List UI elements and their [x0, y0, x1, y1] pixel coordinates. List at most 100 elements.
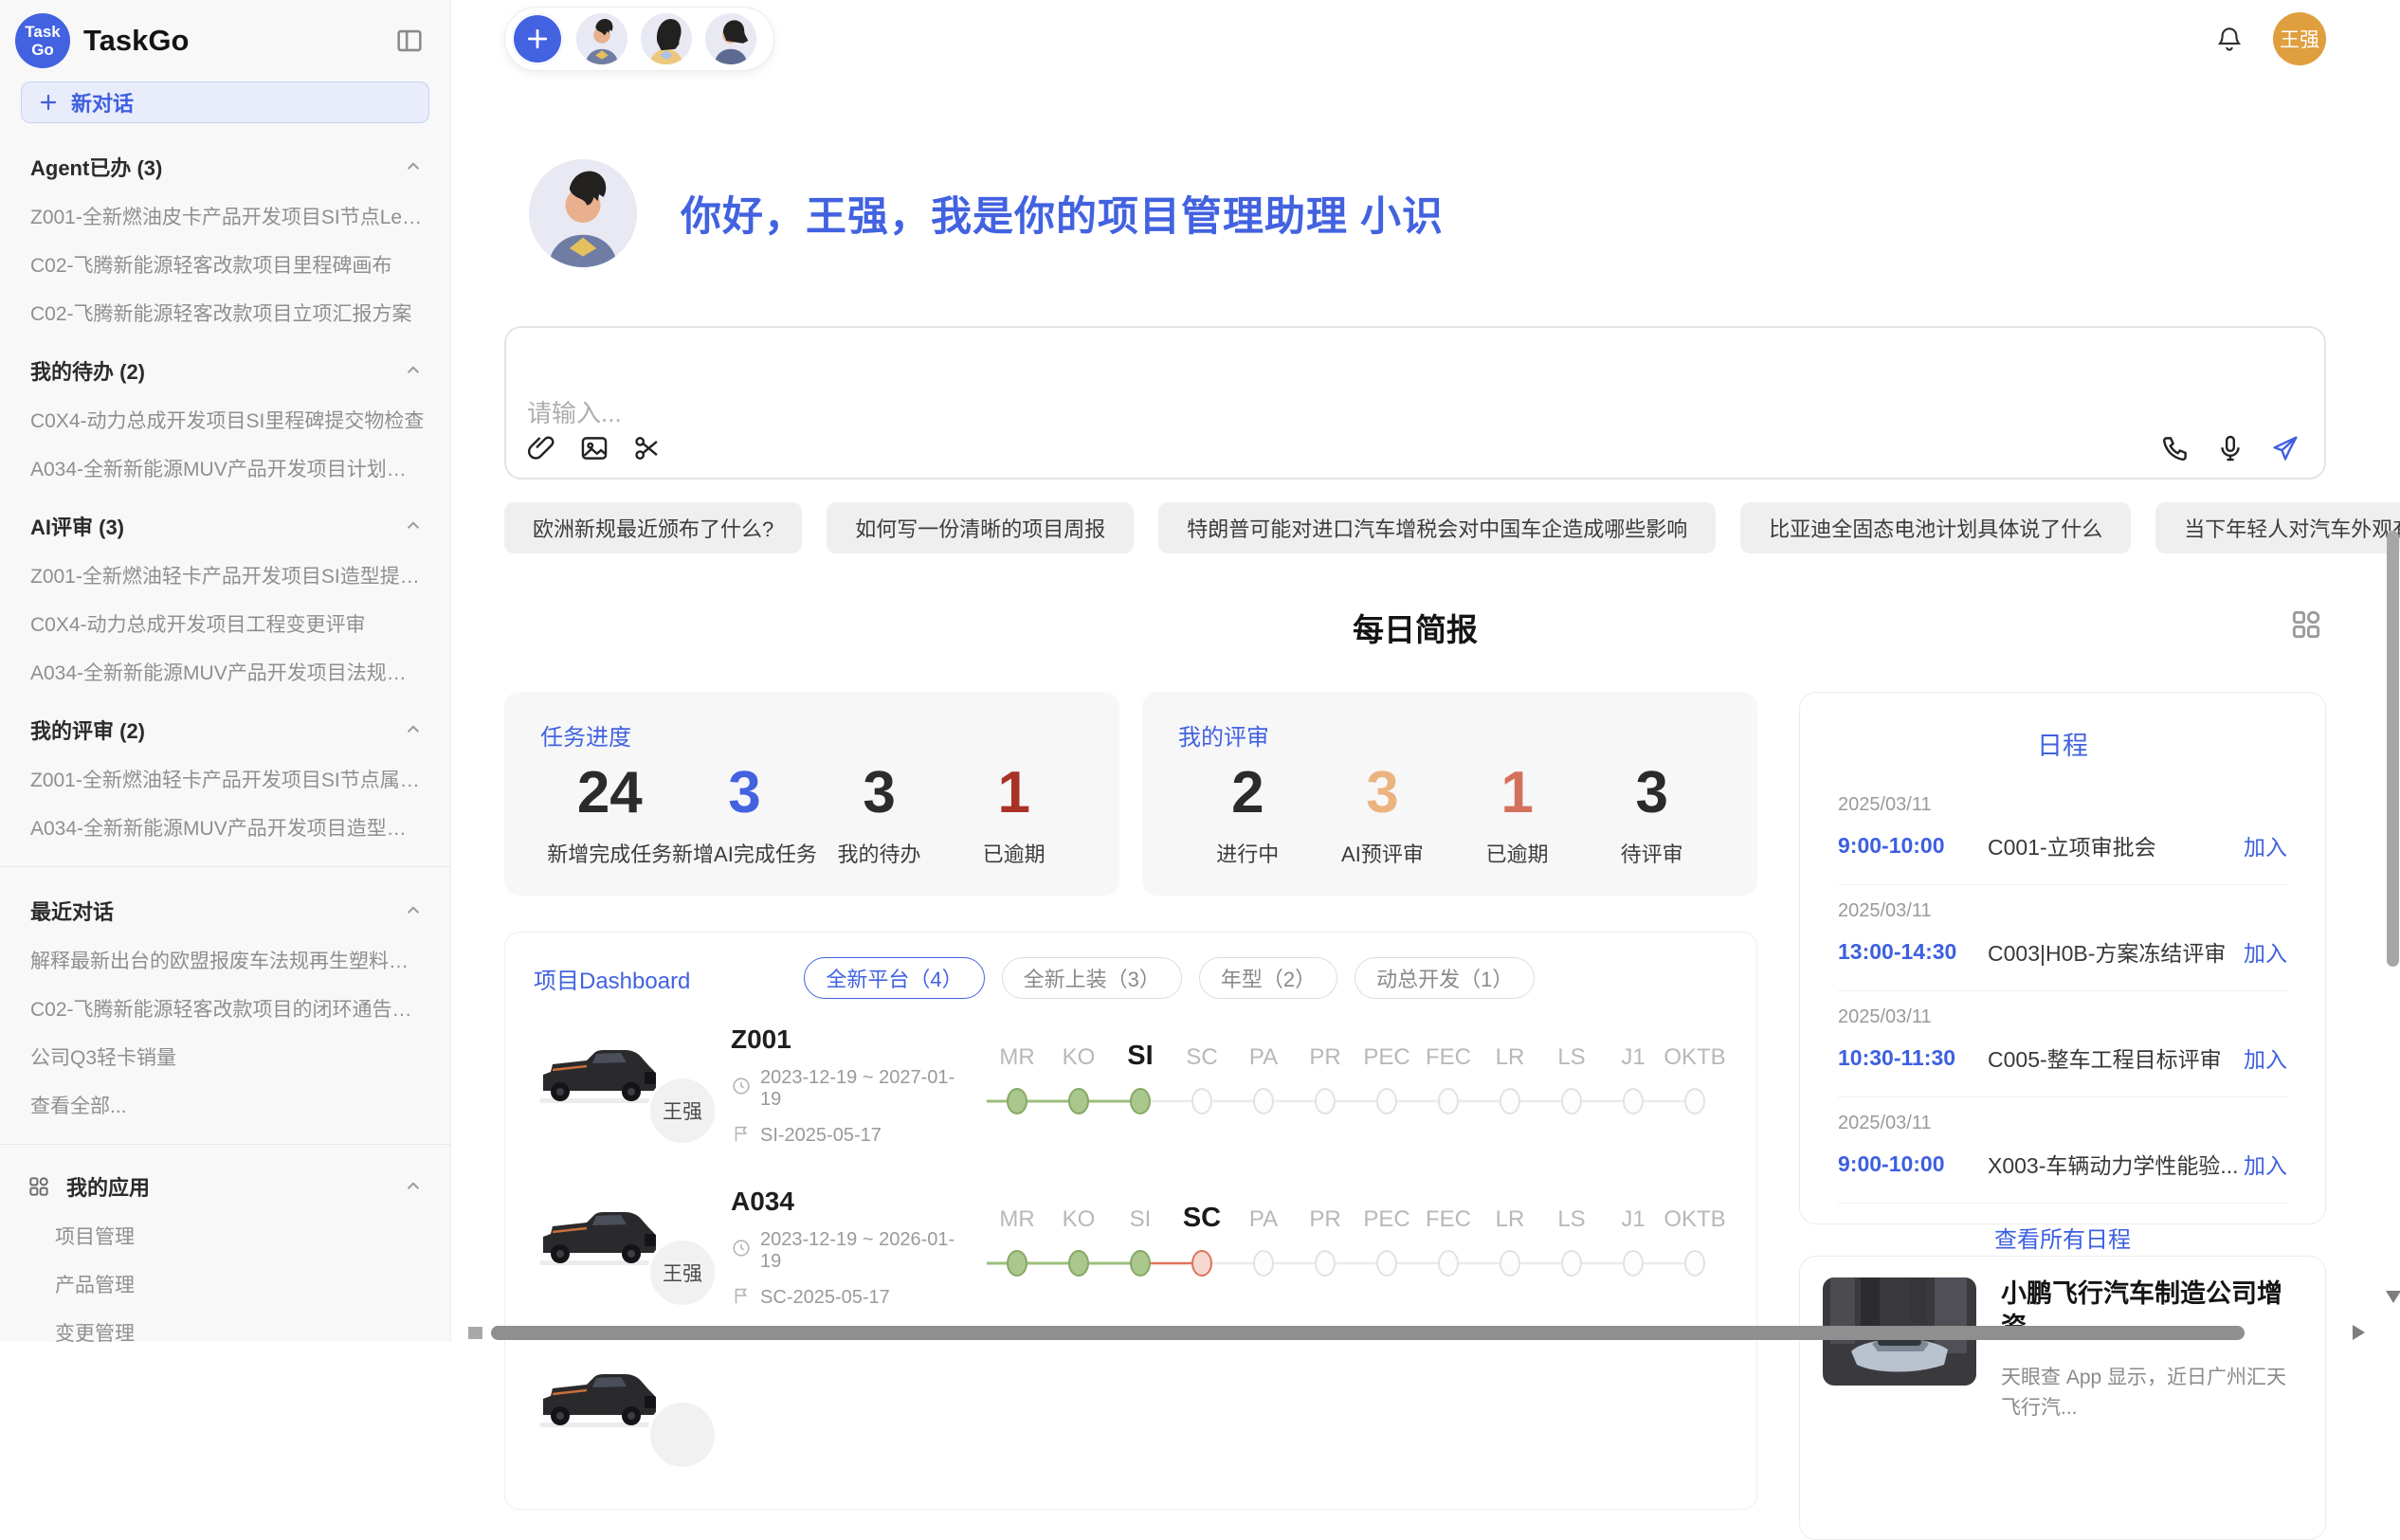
daily-briefing-header: 每日简报 — [504, 605, 2326, 646]
chevron-up-icon[interactable] — [401, 514, 426, 538]
layout-grid-icon[interactable] — [2288, 607, 2324, 643]
chat-input-placeholder: 请输入... — [527, 394, 622, 429]
suggestion-chip[interactable]: 如何写一份清晰的项目周报 — [827, 502, 1134, 553]
scroll-right-arrow-icon[interactable] — [2353, 1325, 2365, 1340]
dashboard-rows: 王强Z0012023-12-19 ~ 2027-01-19SI-2025-05-… — [534, 1012, 1728, 1485]
schedule-row: 10:30-11:30C005-整车工程目标评审加入 — [1838, 1042, 2287, 1074]
sidebar-section-title: AI评审 (3) — [30, 511, 124, 541]
stat: 2进行中 — [1184, 759, 1312, 868]
agent-avatar-3[interactable] — [705, 13, 756, 64]
chevron-up-icon[interactable] — [401, 898, 426, 923]
project-code: A034 — [731, 1187, 970, 1217]
project-row[interactable]: 王强A0342023-12-19 ~ 2026-01-19SC-2025-05-… — [534, 1174, 1728, 1323]
project-flag-text: SC-2025-05-17 — [760, 1287, 890, 1309]
sidebar-item[interactable]: C02-飞腾新能源轻客改款项目里程碑画布 — [30, 250, 426, 279]
sidebar-section-header[interactable]: 最近对话 — [30, 896, 426, 926]
suggestion-chip[interactable]: 欧洲新规最近颁布了什么? — [504, 502, 802, 553]
schedule-time: 13:00-14:30 — [1838, 939, 1988, 965]
sidebar-item[interactable]: Z001-全新燃油轻卡产品开发项目SI造型提交物评审 — [30, 561, 426, 589]
voice-call-icon[interactable] — [2159, 432, 2191, 464]
sidebar-app-item[interactable]: 项目管理 — [55, 1222, 426, 1250]
scroll-down-arrow-icon[interactable] — [2386, 1291, 2400, 1303]
notification-bell-icon[interactable] — [2214, 24, 2245, 54]
horizontal-scrollbar-cap[interactable] — [468, 1327, 482, 1339]
join-link[interactable]: 加入 — [2244, 829, 2287, 861]
sidebar-item[interactable]: C0X4-动力总成开发项目SI里程碑提交物检查 — [30, 406, 426, 434]
vertical-scrollbar[interactable] — [2387, 531, 2399, 967]
dashboard-filter-pill[interactable]: 全新上装（3） — [1002, 957, 1182, 999]
sidebar-item[interactable]: C0X4-动力总成开发项目工程变更评审 — [30, 609, 426, 638]
user-avatar[interactable]: 王强 — [2273, 12, 2326, 65]
sidebar-section-title: 我的应用 — [66, 1171, 401, 1202]
agent-avatar-1[interactable] — [576, 13, 627, 64]
greeting-row: 你好，王强，我是你的项目管理助理 小识 — [504, 159, 2326, 267]
stat: 3我的待办 — [815, 759, 943, 868]
app-title: TaskGo — [83, 24, 393, 58]
suggestion-chip[interactable]: 比亚迪全固态电池计划具体说了什么 — [1740, 502, 2131, 553]
agent-crew-pill — [504, 7, 774, 71]
sidebar-item[interactable]: A034-全新新能源MUV产品开发项目法规符合性评审 — [30, 658, 426, 686]
sidebar-recent-item[interactable]: 解释最新出台的欧盟报废车法规再生塑料比例被调至15%... — [30, 946, 426, 974]
join-link[interactable]: 加入 — [2244, 935, 2287, 968]
sidebar-item[interactable]: A034-全新新能源MUV产品开发项目造型可行性评审 — [30, 813, 426, 842]
new-chat-button[interactable]: 新对话 — [21, 82, 429, 123]
sidebar-section-header[interactable]: 我的待办 (2) — [30, 355, 426, 386]
sidebar-section-my-apps[interactable]: 我的应用 — [27, 1171, 426, 1202]
image-upload-icon[interactable] — [578, 432, 610, 464]
plus-icon — [523, 25, 552, 53]
join-link[interactable]: 加入 — [2244, 1042, 2287, 1074]
stat-value: 3 — [728, 759, 760, 826]
stat-value: 2 — [1231, 759, 1264, 826]
project-owner-avatar: 王强 — [647, 1076, 718, 1146]
sidebar-item[interactable]: Z001-全新燃油轻卡产品开发项目SI节点属性5D文件评审 — [30, 765, 426, 793]
horizontal-scrollbar[interactable] — [491, 1326, 2245, 1340]
schedule-date: 2025/03/11 — [1838, 900, 2287, 922]
sidebar-recent-item[interactable]: 公司Q3轻卡销量 — [30, 1042, 426, 1071]
sidebar-recent-item[interactable]: C02-飞腾新能源轻客改款项目的闭环通告反馈情况 — [30, 994, 426, 1023]
sidebar-recent-item[interactable]: 查看全部... — [30, 1091, 426, 1119]
send-icon[interactable] — [2269, 432, 2301, 464]
dashboard-filter-pill[interactable]: 全新平台（4） — [804, 957, 984, 999]
chat-input[interactable]: 请输入... — [504, 326, 2326, 480]
join-link[interactable]: 加入 — [2244, 1148, 2287, 1180]
add-agent-button[interactable] — [512, 13, 563, 64]
sidebar-section-header[interactable]: Agent已办 (3) — [30, 152, 426, 182]
input-attachments — [525, 432, 664, 464]
plus-icon — [37, 91, 60, 114]
sidebar-section-title: Agent已办 (3) — [30, 152, 162, 182]
sidebar-item[interactable]: Z001-全新燃油皮卡产品开发项目SI节点Lesson Learn报告 — [30, 202, 426, 230]
stat-label: AI预评审 — [1341, 838, 1424, 868]
sidebar-item[interactable]: A034-全新新能源MUV产品开发项目计划变更表编写 — [30, 454, 426, 482]
project-row[interactable]: 王强Z0012023-12-19 ~ 2027-01-19SI-2025-05-… — [534, 1012, 1728, 1161]
chevron-up-icon[interactable] — [401, 717, 426, 742]
schedule-time: 10:30-11:30 — [1838, 1045, 1988, 1071]
sidebar-app-item[interactable]: 变更管理 — [55, 1318, 426, 1342]
sidebar-section-header[interactable]: 我的评审 (2) — [30, 715, 426, 745]
chevron-up-icon[interactable] — [401, 1174, 426, 1199]
suggestion-chip[interactable]: 特朗普可能对进口汽车增税会对中国车企造成哪些影响 — [1158, 502, 1716, 553]
clock-icon — [731, 1238, 752, 1264]
dashboard-filters: 全新平台（4） 全新上装（3） 年型（2） 动总开发（1） — [804, 957, 1552, 999]
view-all-schedule-link[interactable]: 查看所有日程 — [1838, 1221, 2287, 1254]
collapse-sidebar-icon[interactable] — [393, 25, 426, 57]
chevron-up-icon[interactable] — [401, 358, 426, 383]
sidebar-section-header[interactable]: AI评审 (3) — [30, 511, 426, 541]
milestone-nodes — [979, 1241, 1737, 1291]
agent-avatar-2[interactable] — [641, 13, 692, 64]
dashboard-filter-pill[interactable]: 动总开发（1） — [1355, 957, 1535, 999]
truck-image — [537, 1042, 661, 1116]
dashboard-filter-pill[interactable]: 年型（2） — [1199, 957, 1337, 999]
project-dates-text: 2023-12-19 ~ 2026-01-19 — [760, 1229, 970, 1273]
news-card[interactable]: 小鹏飞行汽车制造公司增资 天眼查 App 显示，近日广州汇天飞行汽... — [1799, 1256, 2326, 1540]
truck-image — [537, 1366, 661, 1440]
stat-card-title: 我的评审 — [1178, 718, 1721, 752]
chevron-up-icon[interactable] — [401, 154, 426, 179]
clock-icon — [731, 1076, 752, 1102]
sidebar-item[interactable]: C02-飞腾新能源轻客改款项目立项汇报方案 — [30, 299, 426, 327]
schedule-row: 9:00-10:00X003-车辆动力学性能验...加入 — [1838, 1148, 2287, 1180]
screenshot-scissors-icon[interactable] — [631, 432, 664, 464]
suggestion-chip[interactable]: 当下年轻人对汽车外观有怎样的喜好趋势 — [2155, 502, 2400, 553]
microphone-icon[interactable] — [2214, 432, 2246, 464]
sidebar-app-item[interactable]: 产品管理 — [55, 1270, 426, 1298]
attachment-icon[interactable] — [525, 432, 557, 464]
